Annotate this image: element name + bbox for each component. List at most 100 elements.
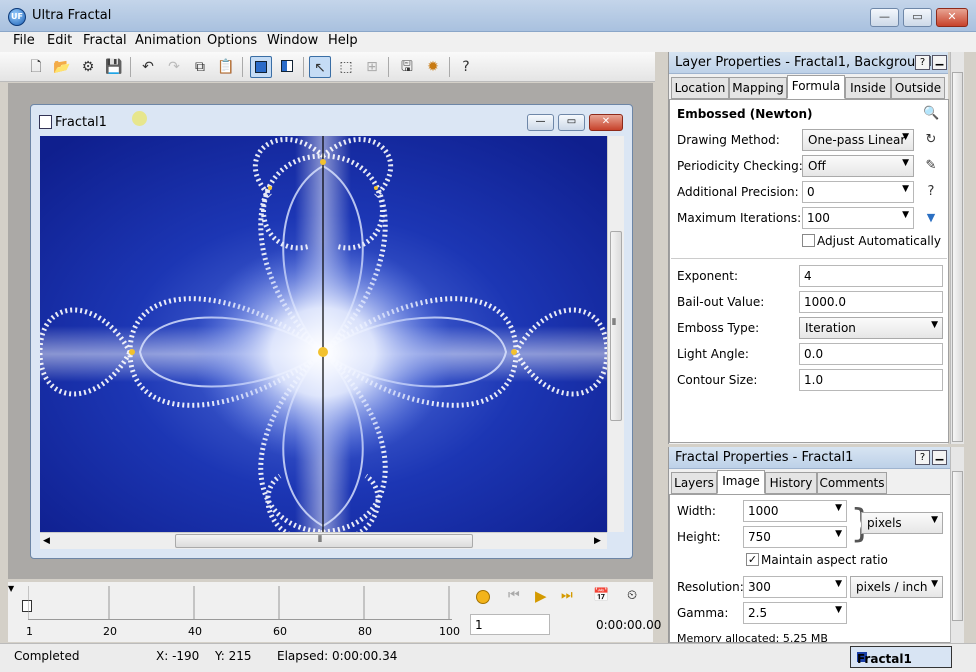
height-input[interactable]: 750 ▼ bbox=[743, 526, 847, 548]
size-units-select[interactable]: pixels ▼ bbox=[861, 512, 943, 534]
drawing-method-select[interactable]: One-pass Linear ▼ bbox=[802, 129, 914, 151]
max-iterations-label: Maximum Iterations: bbox=[677, 211, 802, 225]
tab-history[interactable]: History bbox=[765, 472, 817, 494]
scroll-right-arrow-icon[interactable]: ▶ bbox=[594, 536, 601, 546]
timing-icon[interactable]: ⏲ bbox=[627, 588, 637, 603]
panel-help-icon[interactable]: ? bbox=[915, 450, 930, 465]
play-icon[interactable]: ▶ bbox=[535, 587, 547, 605]
minimize-button[interactable]: — bbox=[870, 8, 899, 27]
menu-help[interactable]: Help bbox=[328, 33, 358, 48]
menu-options[interactable]: Options bbox=[207, 33, 257, 48]
paste-icon[interactable]: 📋 bbox=[215, 56, 237, 78]
panel-minimize-icon[interactable]: ▁ bbox=[932, 55, 947, 70]
timeline-tick-label: 20 bbox=[103, 625, 117, 638]
zoom-box-tool-icon[interactable]: ⬚ bbox=[335, 56, 357, 78]
previous-keyframe-icon[interactable]: ⏮ bbox=[508, 588, 520, 603]
panel-help-icon[interactable]: ? bbox=[915, 55, 930, 70]
ultra-fractal-logo-icon: UF bbox=[8, 8, 26, 26]
timeline-ticks bbox=[28, 586, 450, 620]
fractal-panel-scrollbar[interactable] bbox=[950, 447, 964, 643]
bailout-input[interactable]: 1000.0 bbox=[799, 291, 943, 313]
timeline-tick-label: 40 bbox=[188, 625, 202, 638]
periodicity-select[interactable]: Off ▼ bbox=[802, 155, 914, 177]
contour-size-input[interactable]: 1.0 bbox=[799, 369, 943, 391]
help-icon[interactable]: ? bbox=[455, 56, 477, 78]
doc-minimize-button[interactable]: — bbox=[527, 114, 554, 131]
active-window-tab[interactable]: Fractal1 bbox=[850, 646, 952, 668]
fractal-panel-scroll-thumb[interactable] bbox=[952, 471, 963, 621]
chevron-down-icon: ▼ bbox=[931, 320, 938, 330]
open-folder-icon[interactable]: 📂 bbox=[51, 56, 73, 78]
status-elapsed: Elapsed: 0:00:00.34 bbox=[277, 649, 398, 663]
redo-icon[interactable]: ↷ bbox=[163, 56, 185, 78]
doc-maximize-button[interactable]: ▭ bbox=[558, 114, 585, 131]
edit-formula-icon[interactable]: ✎ bbox=[923, 158, 939, 174]
additional-precision-input[interactable]: 0 ▼ bbox=[802, 181, 914, 203]
scroll-left-arrow-icon[interactable]: ◀ bbox=[43, 536, 50, 546]
preview-fit-icon[interactable] bbox=[250, 56, 272, 78]
fractal-canvas[interactable] bbox=[40, 136, 607, 532]
tab-mapping[interactable]: Mapping bbox=[729, 77, 787, 99]
gamma-input[interactable]: 2.5 ▼ bbox=[743, 602, 847, 624]
resolution-units-select[interactable]: pixels / inch ▼ bbox=[850, 576, 943, 598]
menu-window[interactable]: Window bbox=[267, 33, 318, 48]
tab-location[interactable]: Location bbox=[671, 77, 729, 99]
copy-icon[interactable]: ⧉ bbox=[189, 56, 211, 78]
adjust-automatically-checkbox[interactable] bbox=[802, 234, 815, 247]
next-keyframe-icon[interactable]: ⏭ bbox=[561, 588, 573, 603]
browse-formula-icon[interactable]: 🔍 bbox=[923, 106, 939, 122]
horizontal-scroll-thumb[interactable] bbox=[175, 534, 473, 548]
emboss-type-select[interactable]: Iteration ▼ bbox=[799, 317, 943, 339]
tab-image[interactable]: Image bbox=[717, 470, 765, 494]
exponent-input[interactable]: 4 bbox=[799, 265, 943, 287]
timeline-menu-arrow-icon[interactable]: ▼ bbox=[8, 584, 14, 593]
tab-comments[interactable]: Comments bbox=[817, 472, 887, 494]
save-icon[interactable]: 💾 bbox=[103, 56, 125, 78]
frame-input[interactable]: 1 bbox=[470, 614, 550, 635]
memory-allocated: Memory allocated: 5.25 MB bbox=[677, 632, 828, 642]
select-tool-icon[interactable]: ↖ bbox=[309, 56, 331, 78]
tab-formula[interactable]: Formula bbox=[787, 75, 845, 99]
help-icon[interactable]: ? bbox=[923, 184, 939, 200]
resolution-input[interactable]: 300 ▼ bbox=[743, 576, 847, 598]
layer-tabs: Location Mapping Formula Inside Outside bbox=[669, 75, 949, 99]
tab-inside[interactable]: Inside bbox=[845, 77, 891, 99]
undo-icon[interactable]: ↶ bbox=[137, 56, 159, 78]
maintain-aspect-checkbox[interactable]: ✓ bbox=[746, 553, 759, 566]
tab-layers[interactable]: Layers bbox=[671, 472, 717, 494]
layer-panel-scroll-thumb[interactable] bbox=[952, 72, 963, 442]
menu-fractal[interactable]: Fractal bbox=[83, 33, 127, 48]
maximize-button[interactable]: ▭ bbox=[903, 8, 932, 27]
close-button[interactable]: ✕ bbox=[936, 8, 968, 27]
maintain-aspect-label: Maintain aspect ratio bbox=[761, 553, 888, 567]
render-to-disk-icon[interactable]: 🖫 bbox=[396, 56, 418, 78]
menu-file[interactable]: File bbox=[13, 33, 35, 48]
resolution-value: 300 bbox=[748, 580, 771, 594]
settings-gear-icon[interactable]: ✹ bbox=[422, 56, 444, 78]
refresh-icon[interactable]: ↻ bbox=[923, 132, 939, 148]
chevron-down-icon: ▼ bbox=[835, 503, 842, 513]
new-file-icon[interactable]: 🗋 bbox=[25, 56, 47, 78]
split-view-icon[interactable] bbox=[276, 56, 298, 78]
animation-settings-icon[interactable]: 📅 bbox=[593, 588, 609, 603]
width-input[interactable]: 1000 ▼ bbox=[743, 500, 847, 522]
layer-properties-panel: Layer Properties - Fractal1, Background … bbox=[668, 52, 949, 444]
periodicity-value: Off bbox=[808, 159, 826, 173]
expand-triangle-icon[interactable]: ▼ bbox=[923, 210, 939, 226]
timeline-tick-label: 100 bbox=[439, 625, 460, 638]
doc-close-button[interactable]: ✕ bbox=[589, 114, 623, 131]
crop-tool-icon[interactable]: ⊞ bbox=[361, 56, 383, 78]
light-angle-input[interactable]: 0.0 bbox=[799, 343, 943, 365]
panel-minimize-icon[interactable]: ▁ bbox=[932, 450, 947, 465]
horizontal-scrollbar[interactable]: ◀ ⦀ ▶ bbox=[40, 532, 607, 549]
menu-edit[interactable]: Edit bbox=[47, 33, 72, 48]
open-special-icon[interactable]: ⚙ bbox=[77, 56, 99, 78]
animation-timeline: ▼ 1 20 40 60 80 100 ⏮ ▶ ⏭ 📅 ⏲ 1 0:00:00.… bbox=[8, 582, 661, 642]
menu-animation[interactable]: Animation bbox=[135, 33, 201, 48]
vertical-scrollbar[interactable]: ⦀ bbox=[607, 136, 624, 532]
max-iterations-input[interactable]: 100 ▼ bbox=[802, 207, 914, 229]
layer-panel-scrollbar[interactable] bbox=[950, 52, 964, 444]
tab-outside[interactable]: Outside bbox=[891, 77, 945, 99]
timeline-tick-label: 80 bbox=[358, 625, 372, 638]
record-icon[interactable] bbox=[476, 590, 490, 604]
